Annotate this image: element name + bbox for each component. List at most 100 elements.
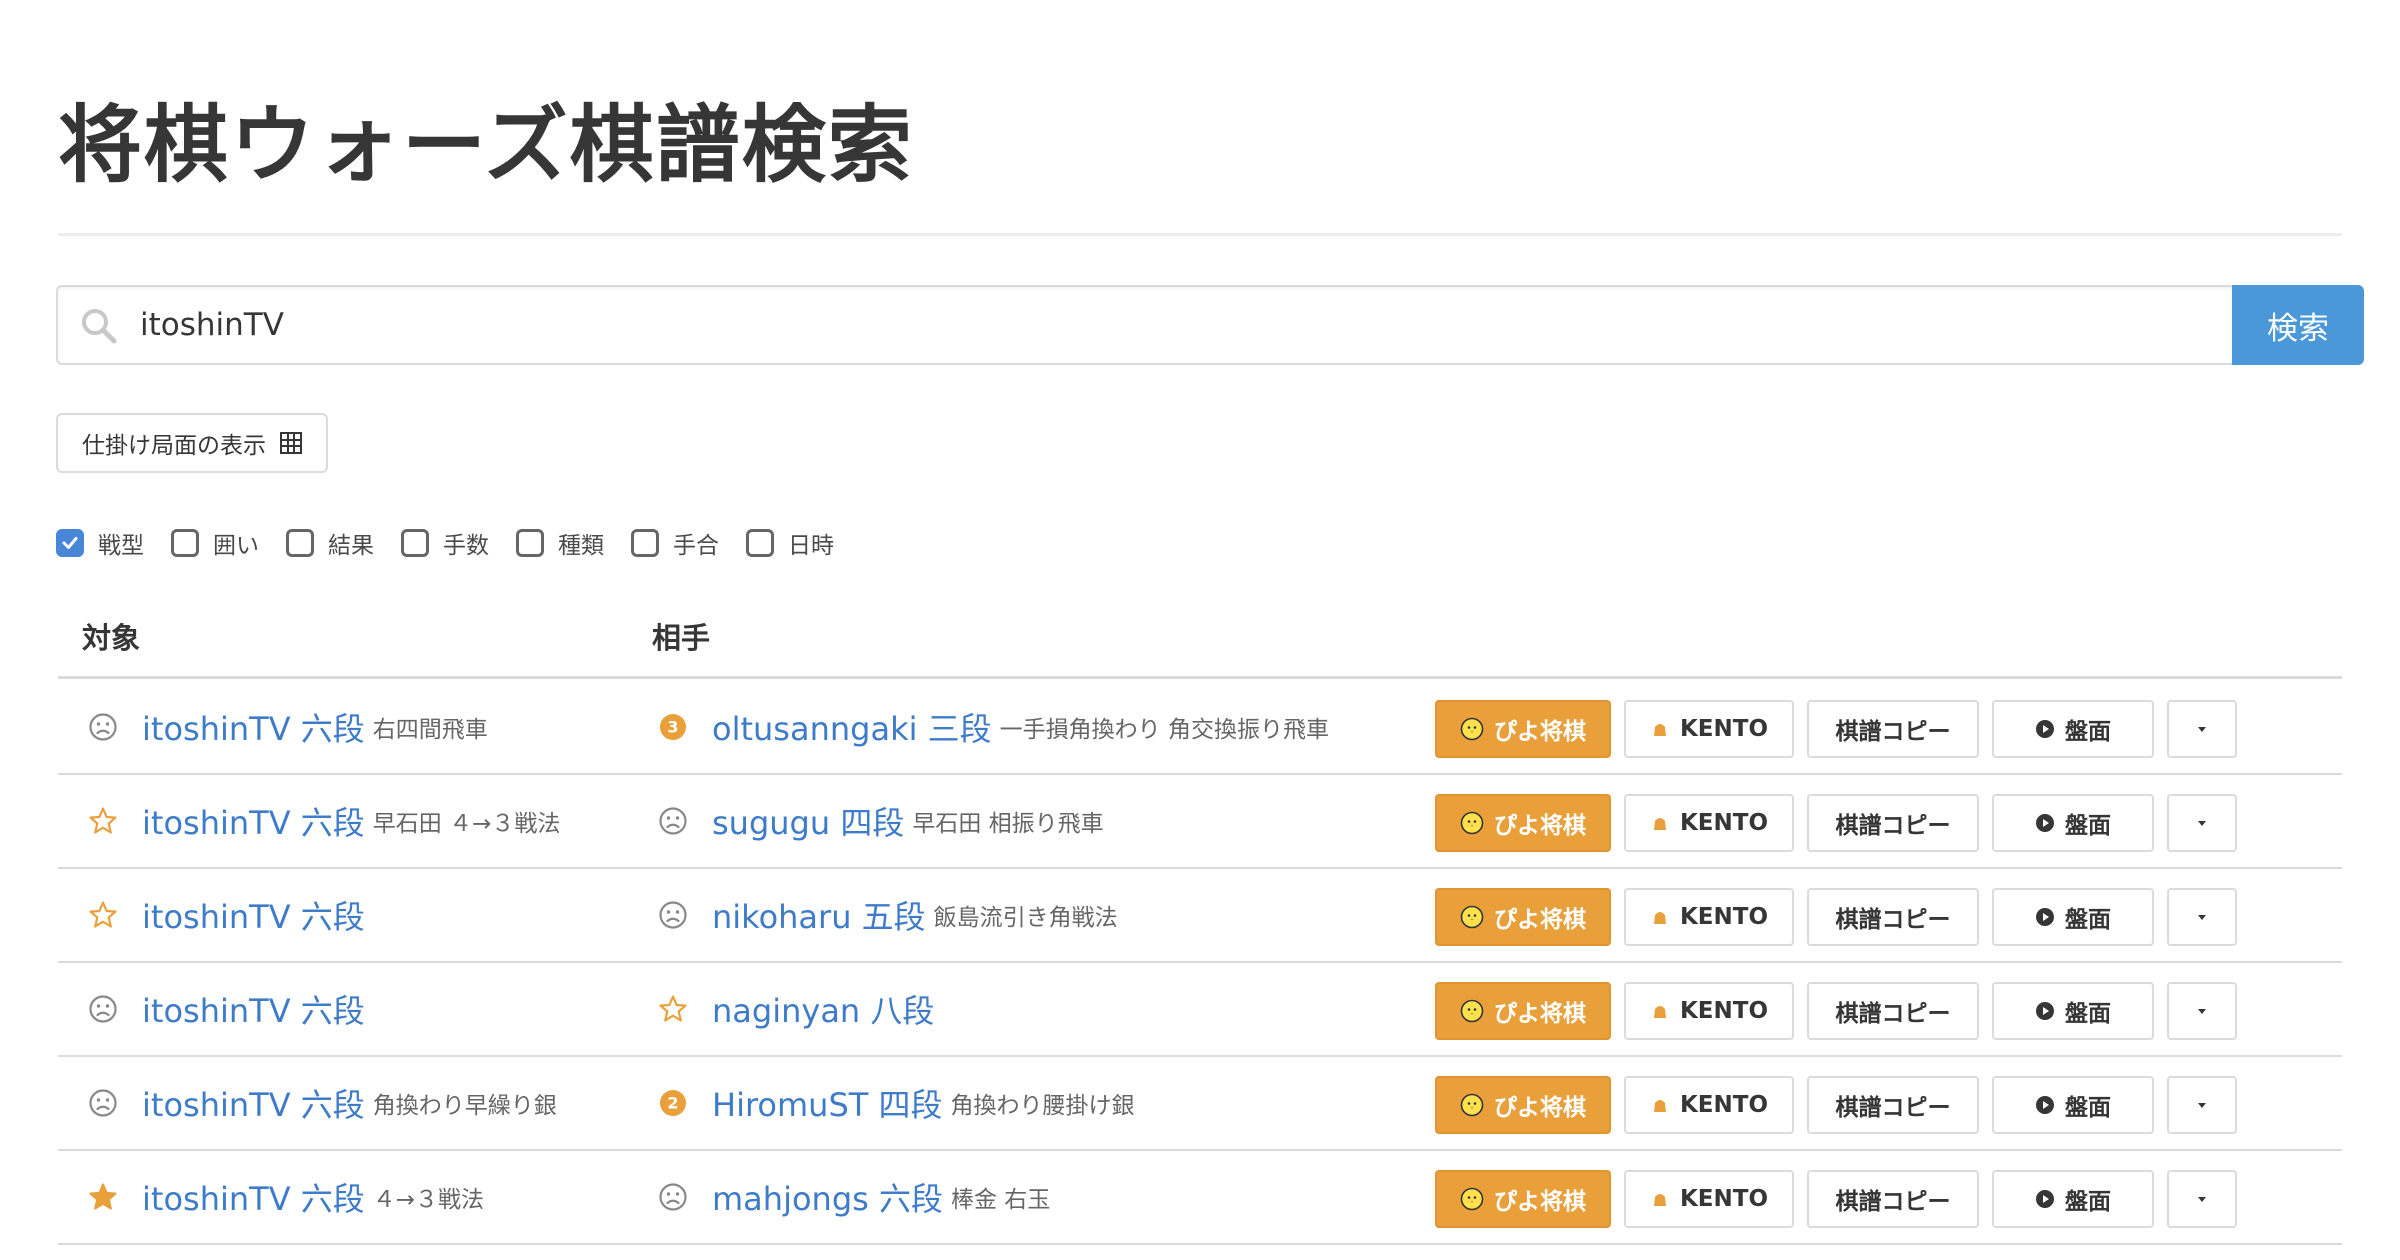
board-button[interactable]: 盤面 <box>1992 888 2154 946</box>
board-button[interactable]: 盤面 <box>1992 982 2154 1040</box>
show-trap-position-button[interactable]: 仕掛け局面の表示 <box>56 413 328 473</box>
filter-toggle[interactable]: 手合 <box>631 526 719 560</box>
more-dropdown-button[interactable] <box>2167 888 2237 946</box>
checkbox[interactable] <box>516 529 544 557</box>
piyo-shogi-button[interactable]: ぴよ将棋 <box>1435 982 1611 1040</box>
opponent-player-link[interactable]: oltusanngaki 三段 <box>712 704 992 750</box>
kento-button[interactable]: KENTO <box>1624 794 1794 852</box>
target-player-link[interactable]: itoshinTV 六段 <box>142 986 365 1032</box>
piyo-shogi-button[interactable]: ぴよ将棋 <box>1435 1076 1611 1134</box>
more-dropdown-button[interactable] <box>2167 794 2237 852</box>
search-button[interactable]: 検索 <box>2232 285 2364 365</box>
piyo-shogi-button[interactable]: ぴよ将棋 <box>1435 700 1611 758</box>
piyo-shogi-button-label: ぴよ将棋 <box>1494 1001 1586 1027</box>
copy-kifu-button[interactable]: 棋譜コピー <box>1807 794 1979 852</box>
kento-button-label: KENTO <box>1679 998 1769 1024</box>
piyo-shogi-button-label: ぴよ将棋 <box>1494 813 1586 839</box>
caret-down-icon <box>2198 821 2206 826</box>
more-dropdown-button[interactable] <box>2167 1076 2237 1134</box>
copy-kifu-button-label: 棋譜コピー <box>1835 1095 1951 1121</box>
caret-down-icon <box>2198 727 2206 732</box>
chick-icon <box>1460 1093 1484 1117</box>
check-icon <box>62 537 78 549</box>
more-dropdown-button[interactable] <box>2167 982 2237 1040</box>
badge-3-icon: 3 <box>658 712 688 742</box>
bell-icon <box>1653 1100 1666 1112</box>
opponent-strategy-tags: 早石田 相振り飛車 <box>912 811 1104 837</box>
kento-button[interactable]: KENTO <box>1624 982 1794 1040</box>
filter-label: 手合 <box>673 533 719 559</box>
table-row: itoshinTV 六段 ４→３戦法 mahjongs 六段 棒金 右玉 ぴよ将棋 KEN… <box>58 1151 2342 1245</box>
target-player-link[interactable]: itoshinTV 六段 <box>142 892 365 938</box>
opponent-player-cell: 2 HiromuST 四段 角換わり腰掛け銀 <box>658 1057 1134 1149</box>
checkbox-checked[interactable] <box>56 529 84 557</box>
star-outline-icon <box>88 900 118 930</box>
opponent-player-link[interactable]: sugugu 四段 <box>712 798 904 844</box>
kento-button-label: KENTO <box>1679 716 1769 742</box>
copy-kifu-button[interactable]: 棋譜コピー <box>1807 1076 1979 1134</box>
star-filled-icon <box>88 1182 118 1212</box>
table-row: itoshinTV 六段 早石田 ４→３戦法 sugugu 四段 早石田 相振り飛車 ぴ… <box>58 775 2342 869</box>
filter-toggle[interactable]: 結果 <box>286 526 374 560</box>
title-divider <box>58 233 2342 236</box>
opponent-player-link[interactable]: mahjongs 六段 <box>712 1174 943 1220</box>
checkbox[interactable] <box>171 529 199 557</box>
kento-button[interactable]: KENTO <box>1624 888 1794 946</box>
board-button-label: 盤面 <box>2065 1095 2111 1121</box>
filter-label: 種類 <box>558 533 604 559</box>
copy-kifu-button[interactable]: 棋譜コピー <box>1807 982 1979 1040</box>
piyo-shogi-button[interactable]: ぴよ将棋 <box>1435 794 1611 852</box>
sad-face-icon <box>658 1182 688 1212</box>
board-button[interactable]: 盤面 <box>1992 1076 2154 1134</box>
play-circle-icon <box>2036 1096 2054 1114</box>
copy-kifu-button-label: 棋譜コピー <box>1835 907 1951 933</box>
target-player-link[interactable]: itoshinTV 六段 <box>142 704 365 750</box>
caret-down-icon <box>2198 1103 2206 1108</box>
filter-toggle[interactable]: 日時 <box>746 526 834 560</box>
page: 将棋ウォーズ棋譜検索 検索 仕掛け局面の表示 戦型 囲い 結果 手数 種類 手合 日時 対象… <box>0 0 2400 1260</box>
sad-face-icon <box>88 712 118 742</box>
filter-toggle[interactable]: 種類 <box>516 526 604 560</box>
more-dropdown-button[interactable] <box>2167 700 2237 758</box>
copy-kifu-button-label: 棋譜コピー <box>1835 1001 1951 1027</box>
bell-icon <box>1653 912 1666 924</box>
play-circle-icon <box>2036 1002 2054 1020</box>
kento-button[interactable]: KENTO <box>1624 700 1794 758</box>
target-player-cell: itoshinTV 六段 右四間飛車 <box>88 681 488 773</box>
kento-button[interactable]: KENTO <box>1624 1170 1794 1228</box>
opponent-player-link[interactable]: nikoharu 五段 <box>712 892 926 938</box>
copy-kifu-button[interactable]: 棋譜コピー <box>1807 888 1979 946</box>
board-button-label: 盤面 <box>2065 813 2111 839</box>
filter-toggle[interactable]: 手数 <box>401 526 489 560</box>
piyo-shogi-button[interactable]: ぴよ将棋 <box>1435 1170 1611 1228</box>
opponent-player-link[interactable]: naginyan 八段 <box>712 986 934 1032</box>
target-player-cell: itoshinTV 六段 角換わり早繰り銀 <box>88 1057 557 1149</box>
checkbox[interactable] <box>401 529 429 557</box>
filter-toggle[interactable]: 戦型 <box>56 526 144 560</box>
checkbox[interactable] <box>631 529 659 557</box>
column-header-opponent: 相手 <box>652 621 711 655</box>
bell-icon <box>1653 1194 1666 1206</box>
board-button[interactable]: 盤面 <box>1992 700 2154 758</box>
search-input[interactable] <box>138 287 2038 363</box>
target-player-link[interactable]: itoshinTV 六段 <box>142 1080 365 1126</box>
checkbox[interactable] <box>286 529 314 557</box>
copy-kifu-button[interactable]: 棋譜コピー <box>1807 700 1979 758</box>
target-player-link[interactable]: itoshinTV 六段 <box>142 798 365 844</box>
target-player-link[interactable]: itoshinTV 六段 <box>142 1174 365 1220</box>
filter-toggle[interactable]: 囲い <box>171 526 259 560</box>
kento-button[interactable]: KENTO <box>1624 1076 1794 1134</box>
target-strategy-tags: 早石田 ４→３戦法 <box>372 811 561 837</box>
kento-button-label: KENTO <box>1679 904 1769 930</box>
header-divider <box>58 676 2342 679</box>
more-dropdown-button[interactable] <box>2167 1170 2237 1228</box>
opponent-player-link[interactable]: HiromuST 四段 <box>712 1080 942 1126</box>
caret-down-icon <box>2198 1009 2206 1014</box>
svg-text:3: 3 <box>667 718 678 737</box>
checkbox[interactable] <box>746 529 774 557</box>
board-button[interactable]: 盤面 <box>1992 1170 2154 1228</box>
copy-kifu-button[interactable]: 棋譜コピー <box>1807 1170 1979 1228</box>
board-button[interactable]: 盤面 <box>1992 794 2154 852</box>
piyo-shogi-button-label: ぴよ将棋 <box>1494 907 1586 933</box>
piyo-shogi-button[interactable]: ぴよ将棋 <box>1435 888 1611 946</box>
